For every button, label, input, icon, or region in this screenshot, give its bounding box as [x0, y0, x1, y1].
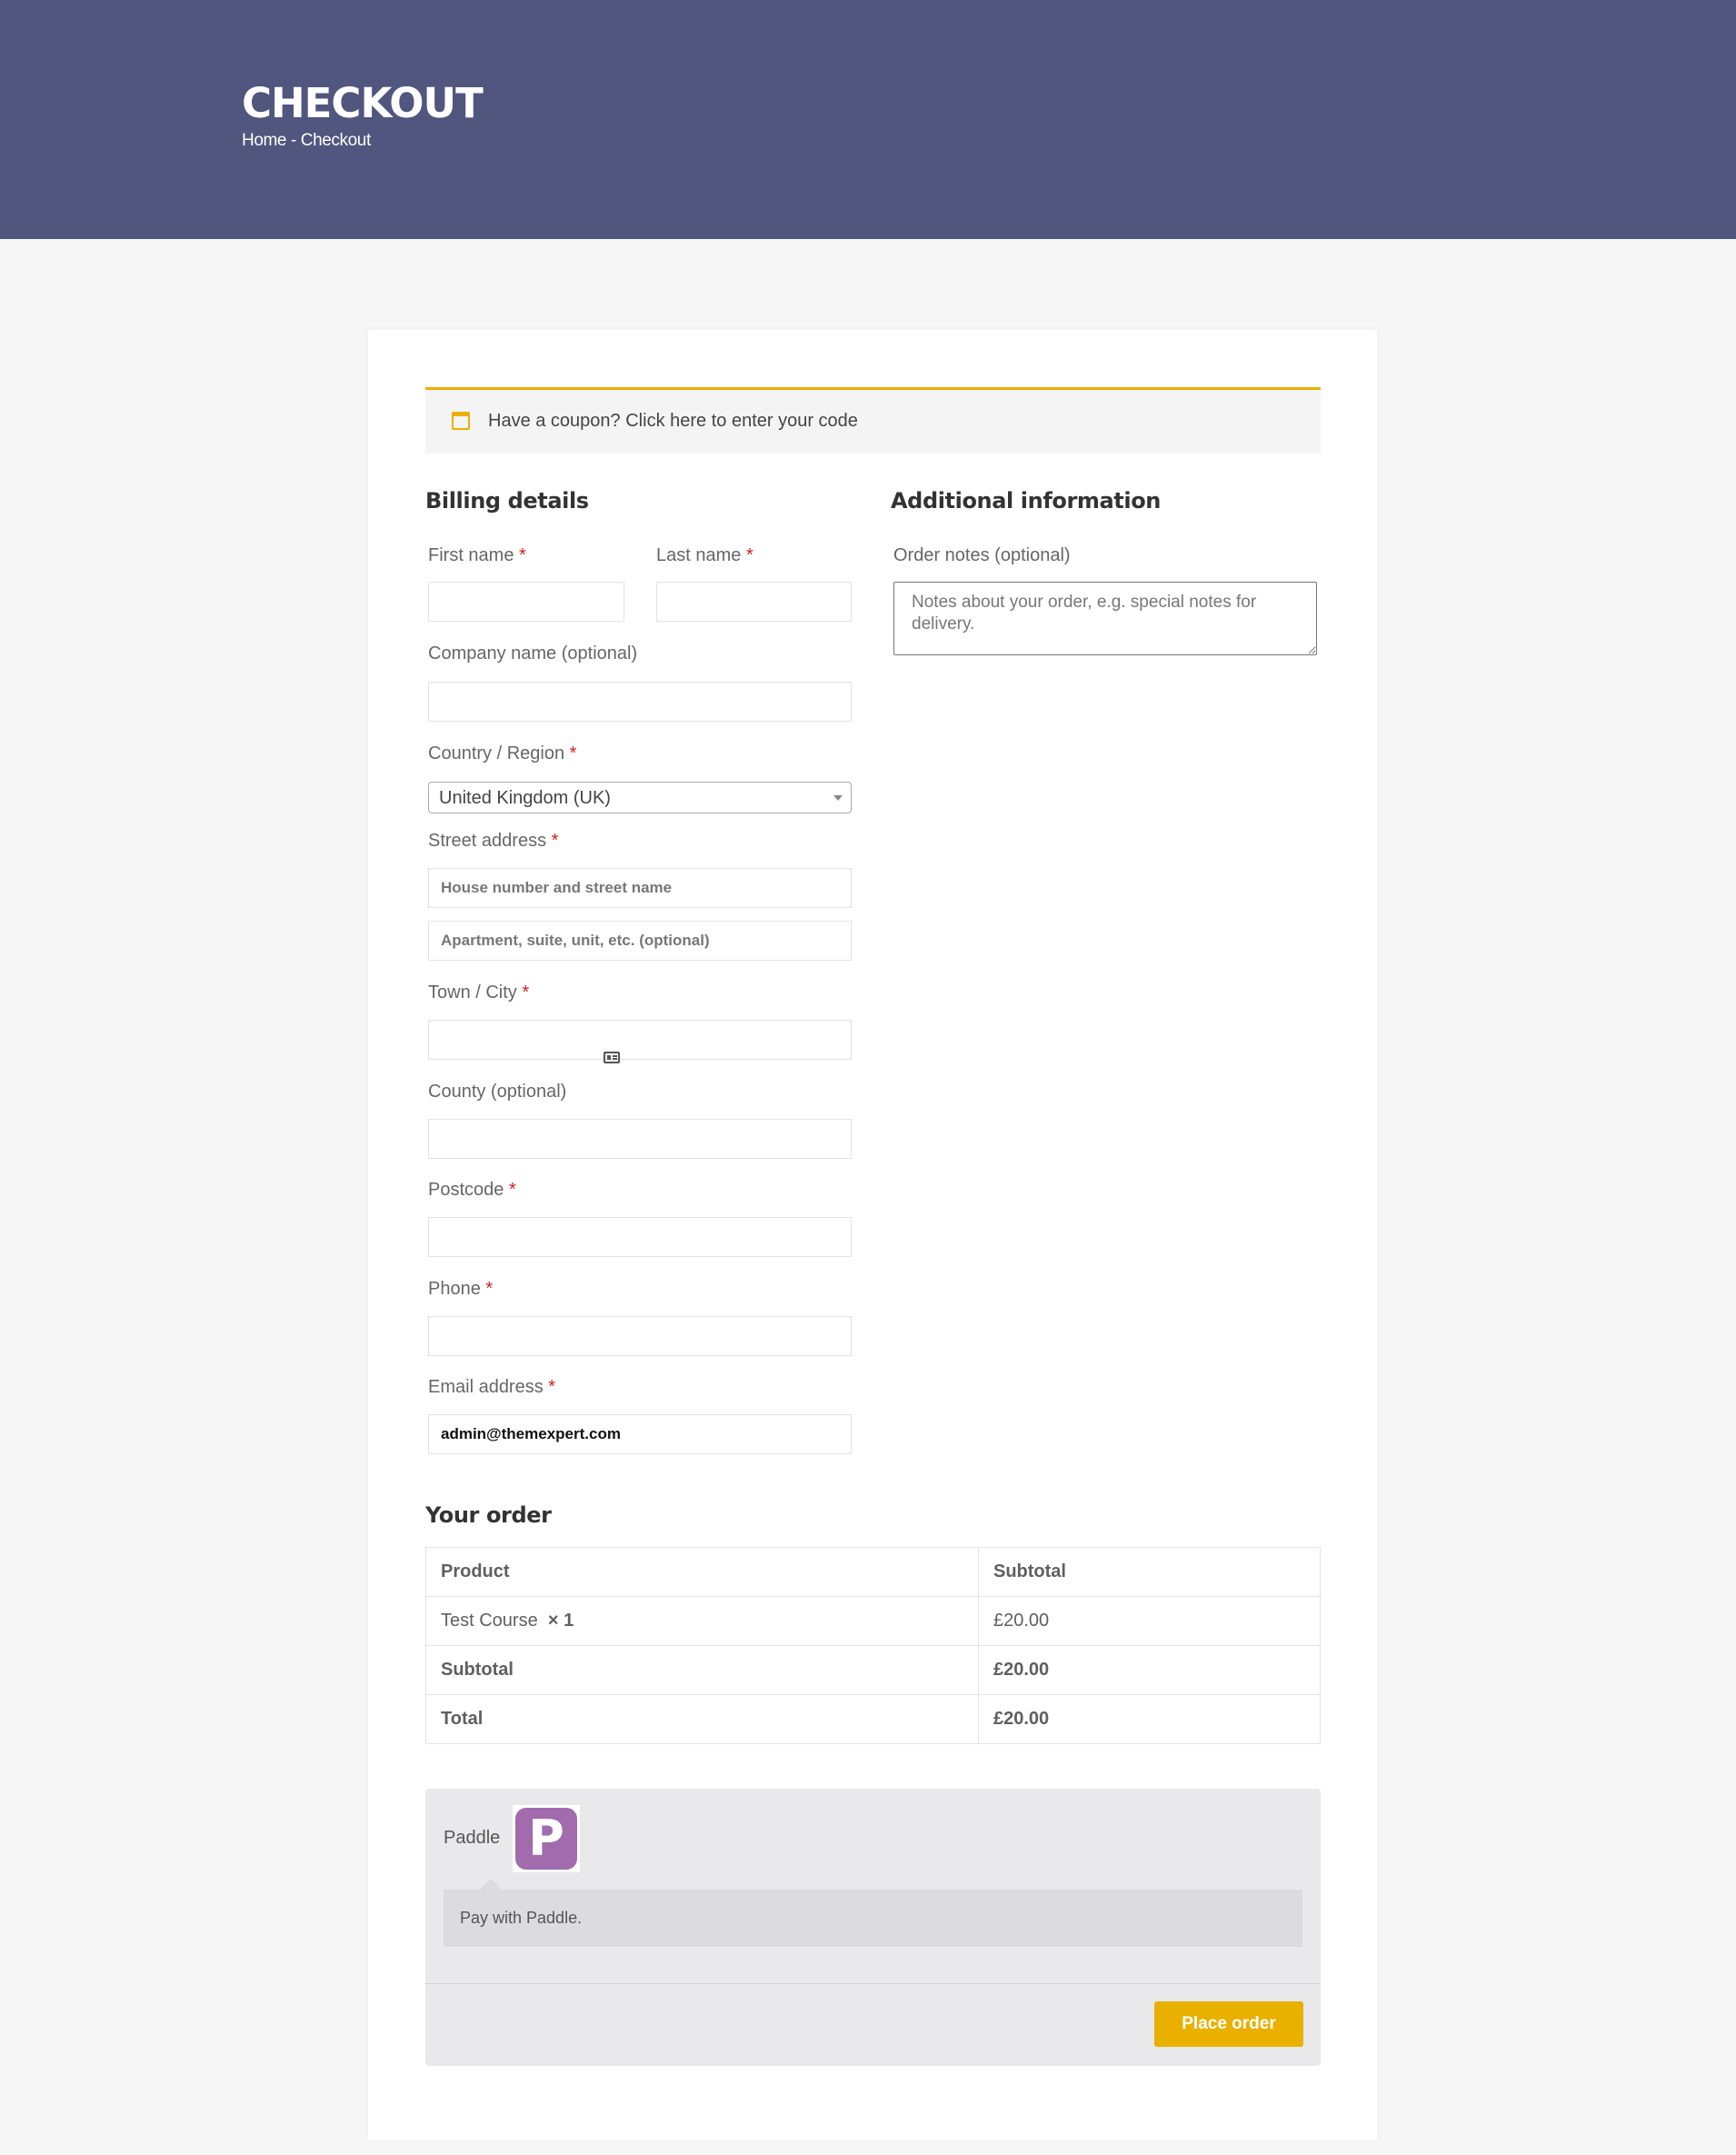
- breadcrumb-separator: -: [286, 131, 301, 150]
- page-title: CHECKOUT: [242, 79, 484, 127]
- subtotal-label: Subtotal: [425, 1645, 979, 1695]
- required-mark: *: [519, 545, 526, 565]
- coupon-text: Have a coupon? Click here to enter your …: [488, 410, 858, 432]
- required-mark: *: [569, 743, 577, 763]
- notice-icon: [452, 412, 470, 430]
- email-input[interactable]: [428, 1414, 852, 1454]
- breadcrumb: Home - Checkout: [242, 130, 371, 152]
- payment-description: Pay with Paddle.: [460, 1909, 583, 1927]
- street-label-text: Street address: [428, 831, 547, 851]
- email-label-text: Email address: [428, 1377, 544, 1397]
- last-name-label-text: Last name: [656, 545, 742, 565]
- phone-input[interactable]: [428, 1316, 852, 1356]
- table-row: Subtotal £20.00: [425, 1645, 1321, 1695]
- show-coupon-link[interactable]: Click here to enter your code: [625, 411, 858, 431]
- place-order-button[interactable]: Place order: [1154, 2001, 1303, 2047]
- table-header-row: Product Subtotal: [425, 1547, 1321, 1597]
- order-notes-textarea[interactable]: [893, 582, 1317, 655]
- city-label-text: Town / City: [428, 983, 517, 1003]
- payment-method-label[interactable]: Paddle: [444, 1827, 500, 1849]
- country-select[interactable]: United Kingdom (UK): [428, 782, 852, 813]
- required-mark: *: [508, 1180, 516, 1200]
- order-notes-label: Order notes (optional): [893, 545, 1071, 565]
- required-mark: *: [548, 1377, 556, 1397]
- table-row: Total £20.00: [425, 1694, 1321, 1744]
- postcode-input[interactable]: [428, 1217, 852, 1257]
- payment-section: Paddle P Pay with Paddle. Place order: [425, 1789, 1321, 2066]
- product-column-header: Product: [425, 1547, 979, 1597]
- email-label: Email address *: [428, 1376, 555, 1398]
- street-label: Street address *: [428, 830, 558, 852]
- required-mark: *: [551, 831, 559, 851]
- company-input[interactable]: [428, 682, 852, 722]
- required-mark: *: [485, 1279, 494, 1299]
- total-label: Total: [425, 1694, 979, 1744]
- city-label: Town / City *: [428, 982, 529, 1003]
- subtotal-value: £20.00: [978, 1645, 1321, 1695]
- table-row: Test Course × 1 £20.00: [425, 1596, 1321, 1646]
- last-name-input[interactable]: [656, 582, 852, 622]
- first-name-label: First name *: [428, 544, 526, 566]
- total-value: £20.00: [978, 1694, 1321, 1744]
- additional-info-title: Additional information: [891, 488, 1161, 514]
- phone-label-text: Phone: [428, 1279, 481, 1299]
- street-address-1-input[interactable]: [428, 868, 852, 908]
- your-order-title: Your order: [425, 1502, 552, 1528]
- order-review-table: Product Subtotal Test Course × 1 £20.00 …: [425, 1547, 1321, 1744]
- page-header: CHECKOUT Home - Checkout: [0, 0, 1736, 239]
- billing-title: Billing details: [425, 488, 589, 514]
- divider: [425, 1983, 1321, 1984]
- street-address-2-input[interactable]: [428, 921, 852, 961]
- country-select-value: United Kingdom (UK): [439, 788, 611, 808]
- product-name: Test Course: [441, 1611, 538, 1631]
- last-name-label: Last name *: [656, 544, 753, 566]
- breadcrumb-current: Checkout: [300, 131, 371, 150]
- company-label: Company name (optional): [428, 644, 638, 663]
- paddle-logo-letter: P: [515, 1808, 577, 1870]
- country-label: Country / Region *: [428, 743, 576, 764]
- postcode-label: Postcode *: [428, 1179, 516, 1201]
- city-input[interactable]: [428, 1020, 852, 1060]
- county-label: County (optional): [428, 1082, 567, 1102]
- postcode-label-text: Postcode: [428, 1180, 504, 1200]
- required-mark: *: [522, 983, 530, 1003]
- chevron-down-icon: [833, 795, 843, 801]
- breadcrumb-home-link[interactable]: Home: [242, 131, 286, 150]
- county-input[interactable]: [428, 1119, 852, 1159]
- product-quantity: × 1: [547, 1611, 574, 1631]
- country-label-text: Country / Region: [428, 743, 565, 763]
- phone-label: Phone *: [428, 1278, 493, 1300]
- product-cell: Test Course × 1: [425, 1596, 979, 1646]
- coupon-prompt: Have a coupon?: [488, 411, 621, 431]
- subtotal-column-header: Subtotal: [978, 1547, 1321, 1597]
- first-name-label-text: First name: [428, 545, 514, 565]
- paddle-logo: P: [513, 1805, 580, 1872]
- coupon-notice: Have a coupon? Click here to enter your …: [425, 387, 1321, 454]
- product-price: £20.00: [978, 1596, 1321, 1646]
- payment-description-box: Pay with Paddle.: [444, 1879, 1302, 1947]
- first-name-input[interactable]: [428, 582, 624, 622]
- contact-card-icon[interactable]: [604, 1052, 620, 1063]
- required-mark: *: [745, 545, 753, 565]
